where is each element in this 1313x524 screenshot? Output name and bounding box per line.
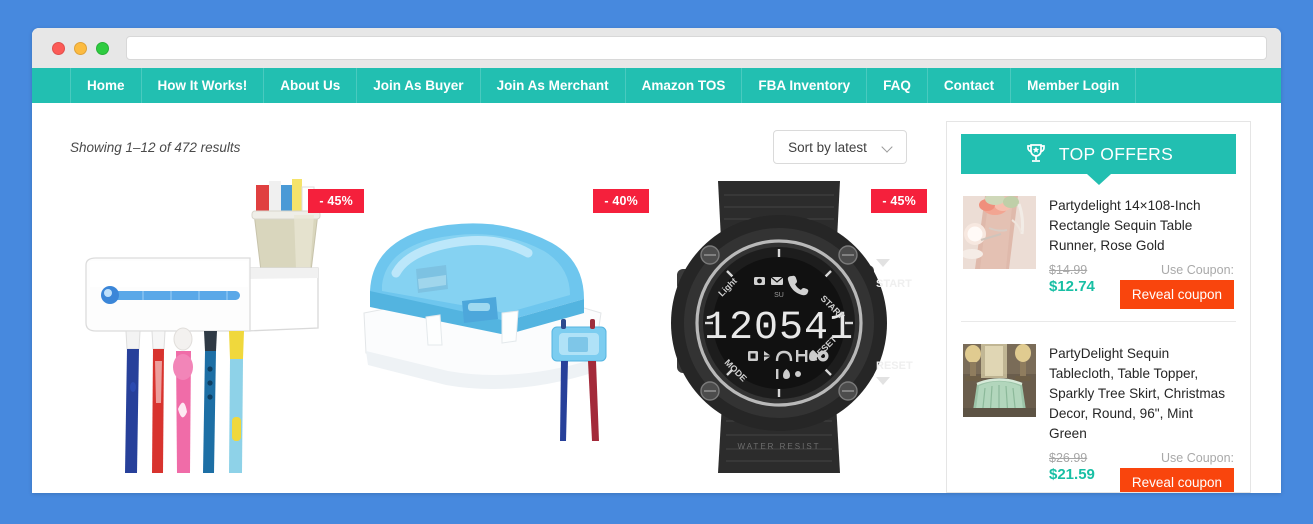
nav-item-faq[interactable]: FAQ: [867, 68, 928, 103]
top-offers-title: TOP OFFERS: [1058, 143, 1174, 164]
discount-badge: - 45%: [871, 189, 927, 213]
top-offers-sidebar: TOP OFFERS Partydelight 14×108-Inch Rect…: [946, 121, 1251, 493]
maximize-window-button[interactable]: [96, 41, 109, 55]
product-image-digital-sport-watch: WATER RESIST SU 120541 Light START MODE …: [644, 173, 934, 473]
sequin-table-runner-image: [963, 196, 1036, 269]
product-grid: - 45% - 40% WATER RESIST SU 120541 Light…: [62, 173, 934, 473]
close-window-button[interactable]: [52, 41, 65, 55]
offer-details: Partydelight 14×108-Inch Rectangle Sequi…: [1049, 196, 1234, 309]
offer-prices: $26.99 $21.59: [1049, 451, 1095, 484]
reveal-coupon-button[interactable]: Reveal coupon: [1119, 280, 1234, 309]
svg-text:SU: SU: [774, 292, 784, 299]
offer-item[interactable]: Partydelight 14×108-Inch Rectangle Sequi…: [961, 174, 1236, 322]
offer-sale-price: $21.59: [1049, 466, 1095, 484]
offer-coupon-area: Use Coupon: Reveal coupon: [1119, 451, 1234, 492]
svg-text:RESET: RESET: [876, 360, 913, 372]
nav-item-amazon-tos[interactable]: Amazon TOS: [626, 68, 743, 103]
product-listing-column: Showing 1–12 of 472 results Sort by late…: [62, 103, 934, 493]
product-card-1[interactable]: - 45%: [68, 173, 364, 473]
offer-coupon-area: Use Coupon: Reveal coupon: [1119, 263, 1234, 309]
nav-item-fba-inventory[interactable]: FBA Inventory: [742, 68, 868, 103]
sort-dropdown[interactable]: Sort by latest: [773, 130, 907, 164]
results-count: Showing 1–12 of 472 results: [70, 139, 241, 155]
address-bar[interactable]: [126, 36, 1267, 60]
offer-sale-price: $12.74: [1049, 278, 1095, 296]
discount-badge: - 45%: [308, 189, 364, 213]
product-image-uv-sterilizer-box: [356, 173, 646, 473]
sort-dropdown-label: Sort by latest: [788, 139, 867, 155]
offer-original-price: $26.99: [1049, 451, 1088, 465]
listing-toolbar: Showing 1–12 of 472 results Sort by late…: [62, 121, 932, 173]
product-card-2[interactable]: - 40%: [356, 173, 649, 473]
nav-item-join-as-merchant[interactable]: Join As Merchant: [481, 68, 626, 103]
nav-item-how-it-works[interactable]: How It Works!: [142, 68, 265, 103]
discount-badge: - 40%: [593, 189, 649, 213]
offer-title[interactable]: PartyDelight Sequin Tablecloth, Table To…: [1049, 344, 1234, 444]
offer-details: PartyDelight Sequin Tablecloth, Table To…: [1049, 344, 1234, 492]
chevron-down-icon: [883, 143, 892, 152]
offer-title[interactable]: Partydelight 14×108-Inch Rectangle Sequi…: [1049, 196, 1234, 256]
main-navigation: Home How It Works! About Us Join As Buye…: [32, 68, 1281, 103]
minimize-window-button[interactable]: [74, 41, 87, 55]
product-image-uv-toothbrush-sanitizer: [68, 173, 358, 473]
offer-original-price: $14.99: [1049, 263, 1088, 277]
nav-item-home[interactable]: Home: [70, 68, 142, 103]
sequin-tablecloth-image: [963, 344, 1036, 417]
page-body: Showing 1–12 of 472 results Sort by late…: [32, 103, 1281, 493]
svg-text:WATER RESIST: WATER RESIST: [737, 442, 820, 451]
offer-thumbnail: [963, 196, 1036, 269]
use-coupon-label: Use Coupon:: [1161, 451, 1234, 465]
offer-item[interactable]: PartyDelight Sequin Tablecloth, Table To…: [961, 322, 1236, 492]
offer-thumbnail: [963, 344, 1036, 417]
trophy-icon: [1027, 144, 1045, 162]
nav-item-contact[interactable]: Contact: [928, 68, 1012, 103]
reveal-coupon-button[interactable]: Reveal coupon: [1119, 468, 1234, 492]
offer-prices: $14.99 $12.74: [1049, 263, 1095, 296]
nav-item-join-as-buyer[interactable]: Join As Buyer: [357, 68, 481, 103]
nav-item-member-login[interactable]: Member Login: [1011, 68, 1137, 103]
window-controls: [52, 41, 109, 55]
offer-price-row: $26.99 $21.59 Use Coupon: Reveal coupon: [1049, 451, 1234, 492]
product-card-3[interactable]: WATER RESIST SU 120541 Light START MODE …: [644, 173, 934, 473]
nav-item-about-us[interactable]: About Us: [264, 68, 358, 103]
svg-text:START: START: [876, 278, 912, 290]
browser-titlebar: [32, 28, 1281, 68]
top-offers-header: TOP OFFERS: [961, 134, 1236, 174]
use-coupon-label: Use Coupon:: [1161, 263, 1234, 277]
offer-price-row: $14.99 $12.74 Use Coupon: Reveal coupon: [1049, 263, 1234, 309]
browser-window: Home How It Works! About Us Join As Buye…: [32, 28, 1281, 493]
